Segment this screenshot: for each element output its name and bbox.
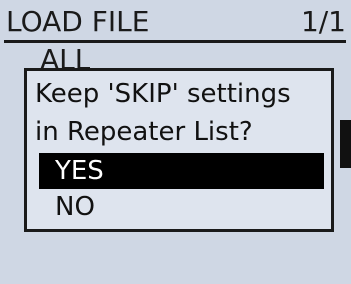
dialog-message-line-2: in Repeater List? bbox=[35, 117, 253, 147]
scroll-indicator bbox=[340, 120, 351, 168]
confirm-dialog: Keep 'SKIP' settings in Repeater List? Y… bbox=[24, 68, 334, 232]
dialog-message: Keep 'SKIP' settings in Repeater List? bbox=[35, 75, 335, 151]
dialog-message-line-1: Keep 'SKIP' settings bbox=[35, 79, 291, 109]
yes-option[interactable]: YES bbox=[39, 153, 324, 189]
no-option[interactable]: NO bbox=[39, 189, 324, 225]
page-indicator: 1/1 bbox=[300, 5, 346, 38]
lcd-screen: LOAD FILE 1/1 ALL Keep 'SKIP' settings i… bbox=[0, 0, 351, 284]
